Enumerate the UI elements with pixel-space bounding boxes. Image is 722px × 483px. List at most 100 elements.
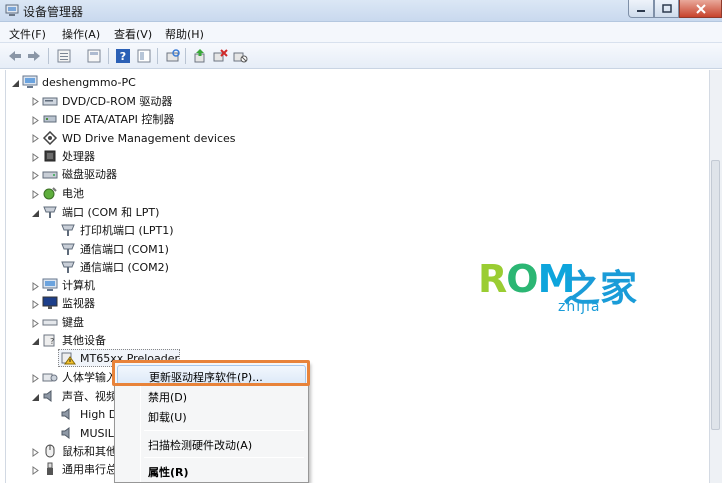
other-devices-icon: ? [43, 334, 55, 347]
expand-icon[interactable] [31, 171, 40, 180]
tree-item-label: WD Drive Management devices [62, 131, 236, 145]
tree-item-hid[interactable]: 人体学输入 [42, 368, 117, 386]
menu-separator [144, 457, 304, 458]
collapse-icon[interactable] [31, 209, 40, 218]
tree-item-label: 键盘 [62, 316, 84, 329]
tree-item-label: 通信端口 (COM1) [80, 243, 169, 256]
tree-root[interactable]: deshengmmo-PC [22, 73, 136, 91]
tree-item-ide[interactable]: IDE ATA/ATAPI 控制器 [42, 110, 174, 128]
tree-item-high-definition[interactable]: High D [60, 405, 117, 423]
battery-icon [43, 187, 57, 200]
svg-text:?: ? [120, 50, 126, 63]
expand-icon[interactable] [31, 319, 40, 328]
expand-icon[interactable] [31, 190, 40, 199]
tree-item-other-devices[interactable]: ? 其他设备 [42, 331, 106, 349]
dvd-drive-icon [42, 97, 58, 106]
close-icon [695, 3, 706, 14]
menu-properties[interactable]: 属性(R) [117, 461, 306, 481]
uninstall-icon[interactable] [212, 48, 228, 64]
tree-item-label: 其他设备 [62, 334, 106, 347]
update-driver-icon[interactable] [192, 48, 208, 64]
audio-icon [43, 390, 52, 402]
tree-item-ports[interactable]: 端口 (COM 和 LPT) [42, 203, 159, 221]
tree-item-musil[interactable]: MUSIL [60, 424, 114, 442]
collapse-icon[interactable] [31, 337, 40, 346]
title-bar: 设备管理器 [0, 0, 722, 22]
expand-icon[interactable] [31, 466, 40, 475]
tree-item-wd[interactable]: WD Drive Management devices [42, 129, 236, 147]
tree-item-mouse[interactable]: 鼠标和其他 [42, 442, 117, 460]
tree-item-keyboard[interactable]: 键盘 [42, 313, 84, 331]
mouse-icon [45, 444, 55, 458]
tree-item-label: 通用串行总 [62, 463, 117, 476]
tree-item-label: 打印机端口 (LPT1) [80, 224, 174, 237]
properties-icon[interactable] [86, 48, 102, 64]
tree-root-label: deshengmmo-PC [42, 75, 136, 89]
help-icon[interactable]: ? [115, 48, 131, 64]
tree-item-lpt1[interactable]: 打印机端口 (LPT1) [60, 221, 174, 239]
menu-file[interactable]: 文件(F) [9, 26, 46, 42]
tree-item-computer[interactable]: 计算机 [42, 276, 95, 294]
processor-icon [44, 150, 56, 162]
tree-item-label: IDE ATA/ATAPI 控制器 [62, 113, 175, 126]
menu-separator [144, 430, 304, 431]
back-icon[interactable] [7, 48, 23, 64]
collapse-icon[interactable] [31, 393, 40, 402]
maximize-button[interactable] [654, 0, 679, 18]
menu-scan-hardware[interactable]: 扫描检测硬件改动(A) [117, 434, 306, 454]
expand-icon[interactable] [31, 97, 40, 106]
menu-action[interactable]: 操作(A) [62, 26, 100, 42]
expand-icon[interactable] [31, 374, 40, 383]
view-icon[interactable] [136, 48, 152, 64]
usb-icon [47, 462, 53, 475]
tree-item-audio[interactable]: 声音、视频 [42, 387, 117, 405]
port-icon [61, 261, 75, 273]
scan-icon[interactable] [165, 48, 181, 64]
tree-item-disk[interactable]: 磁盘驱动器 [42, 165, 117, 183]
menu-disable[interactable]: 禁用(D) [117, 386, 306, 406]
menu-uninstall[interactable]: 卸载(U) [117, 406, 306, 426]
toolbar: ? [0, 43, 722, 69]
close-button[interactable] [679, 0, 722, 18]
port-icon [61, 224, 75, 236]
collapse-icon[interactable] [11, 79, 20, 88]
port-icon [43, 206, 57, 218]
keyboard-icon [42, 319, 58, 326]
tree-item-label: 人体学输入 [62, 371, 117, 384]
tree-item-label: 处理器 [62, 150, 95, 163]
device-manager-icon [5, 4, 19, 16]
forward-icon[interactable] [26, 48, 42, 64]
wd-device-icon [42, 131, 58, 145]
expand-icon[interactable] [31, 134, 40, 143]
tree-item-com1[interactable]: 通信端口 (COM1) [60, 240, 169, 258]
watermark-logo: ROM [478, 257, 575, 301]
monitor-icon [42, 296, 58, 309]
scrollbar-thumb[interactable] [711, 160, 720, 430]
tree-item-processor[interactable]: 处理器 [42, 147, 95, 165]
expand-icon[interactable] [31, 116, 40, 125]
menu-bar: 文件(F) 操作(A) 查看(V) 帮助(H) [0, 22, 722, 43]
port-icon [61, 243, 75, 255]
hid-icon [42, 373, 58, 382]
ide-controller-icon [43, 115, 57, 123]
tree-item-battery[interactable]: 电池 [42, 184, 84, 202]
tree-item-monitor[interactable]: 监视器 [42, 294, 95, 312]
disable-icon[interactable] [232, 48, 248, 64]
device-list-icon[interactable] [56, 48, 72, 64]
expand-icon[interactable] [31, 153, 40, 162]
tree-item-label: High D [80, 407, 118, 421]
tree-item-com2[interactable]: 通信端口 (COM2) [60, 258, 169, 276]
expand-icon[interactable] [31, 282, 40, 291]
tree-item-dvd[interactable]: DVD/CD-ROM 驱动器 [42, 92, 172, 110]
menu-view[interactable]: 查看(V) [114, 26, 152, 42]
tree-item-label: 磁盘驱动器 [62, 168, 117, 181]
menu-help[interactable]: 帮助(H) [165, 26, 204, 42]
disk-drive-icon [42, 171, 58, 179]
expand-icon[interactable] [31, 300, 40, 309]
tree-item-label: MUSIL [80, 426, 114, 440]
tree-item-label: 通信端口 (COM2) [80, 261, 169, 274]
expand-icon[interactable] [31, 448, 40, 457]
tree-item-usb[interactable]: 通用串行总 [42, 460, 117, 478]
tree-item-label: 电池 [62, 187, 84, 200]
minimize-button[interactable] [628, 0, 654, 18]
